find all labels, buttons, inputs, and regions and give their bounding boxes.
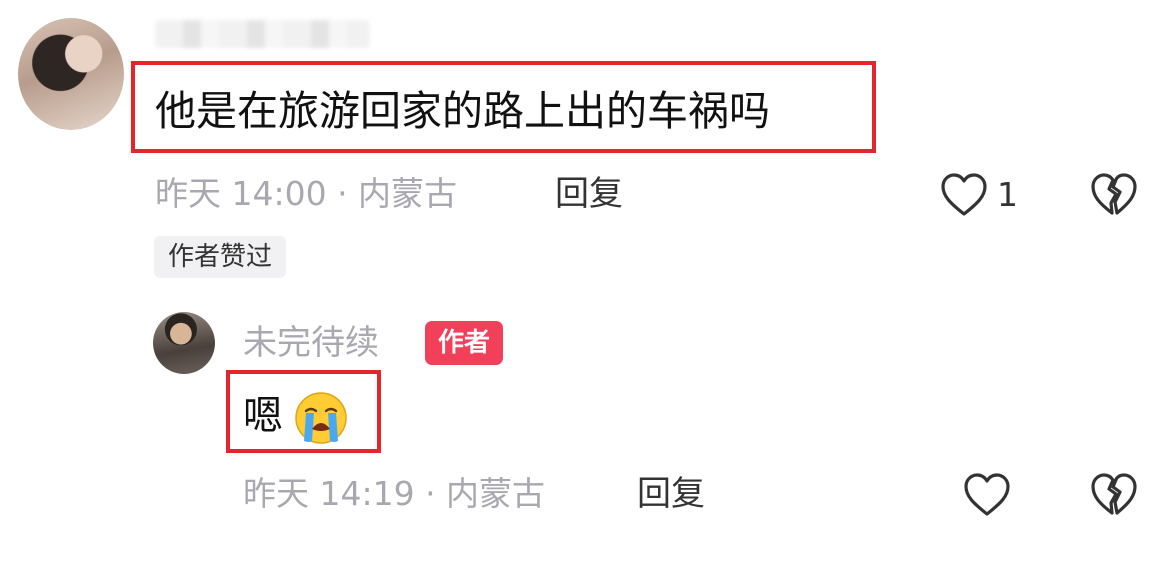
heart-outline-icon[interactable] [940, 172, 988, 218]
commenter-username-blurred[interactable] [155, 20, 370, 48]
like-count: 1 [997, 175, 1018, 214]
commenter-avatar[interactable] [18, 18, 124, 130]
heart-outline-icon[interactable] [963, 472, 1011, 518]
comment-timestamp-location: 昨天 14:00 · 内蒙古 [155, 174, 458, 213]
reply-timestamp-location: 昨天 14:19 · 内蒙古 [243, 474, 546, 513]
author-avatar[interactable] [153, 312, 215, 374]
crying-face-icon [294, 391, 348, 445]
broken-heart-icon[interactable] [1090, 472, 1138, 518]
reply-button[interactable]: 回复 [637, 472, 705, 516]
author-username[interactable]: 未完待续 [243, 320, 379, 366]
author-liked-tag: 作者赞过 [154, 236, 287, 278]
reply-text: 嗯 [243, 393, 283, 439]
author-badge: 作者 [425, 321, 504, 365]
reply-button[interactable]: 回复 [555, 172, 623, 216]
broken-heart-icon[interactable] [1090, 172, 1138, 218]
comment-text: 他是在旅游回家的路上出的车祸吗 [155, 87, 770, 135]
